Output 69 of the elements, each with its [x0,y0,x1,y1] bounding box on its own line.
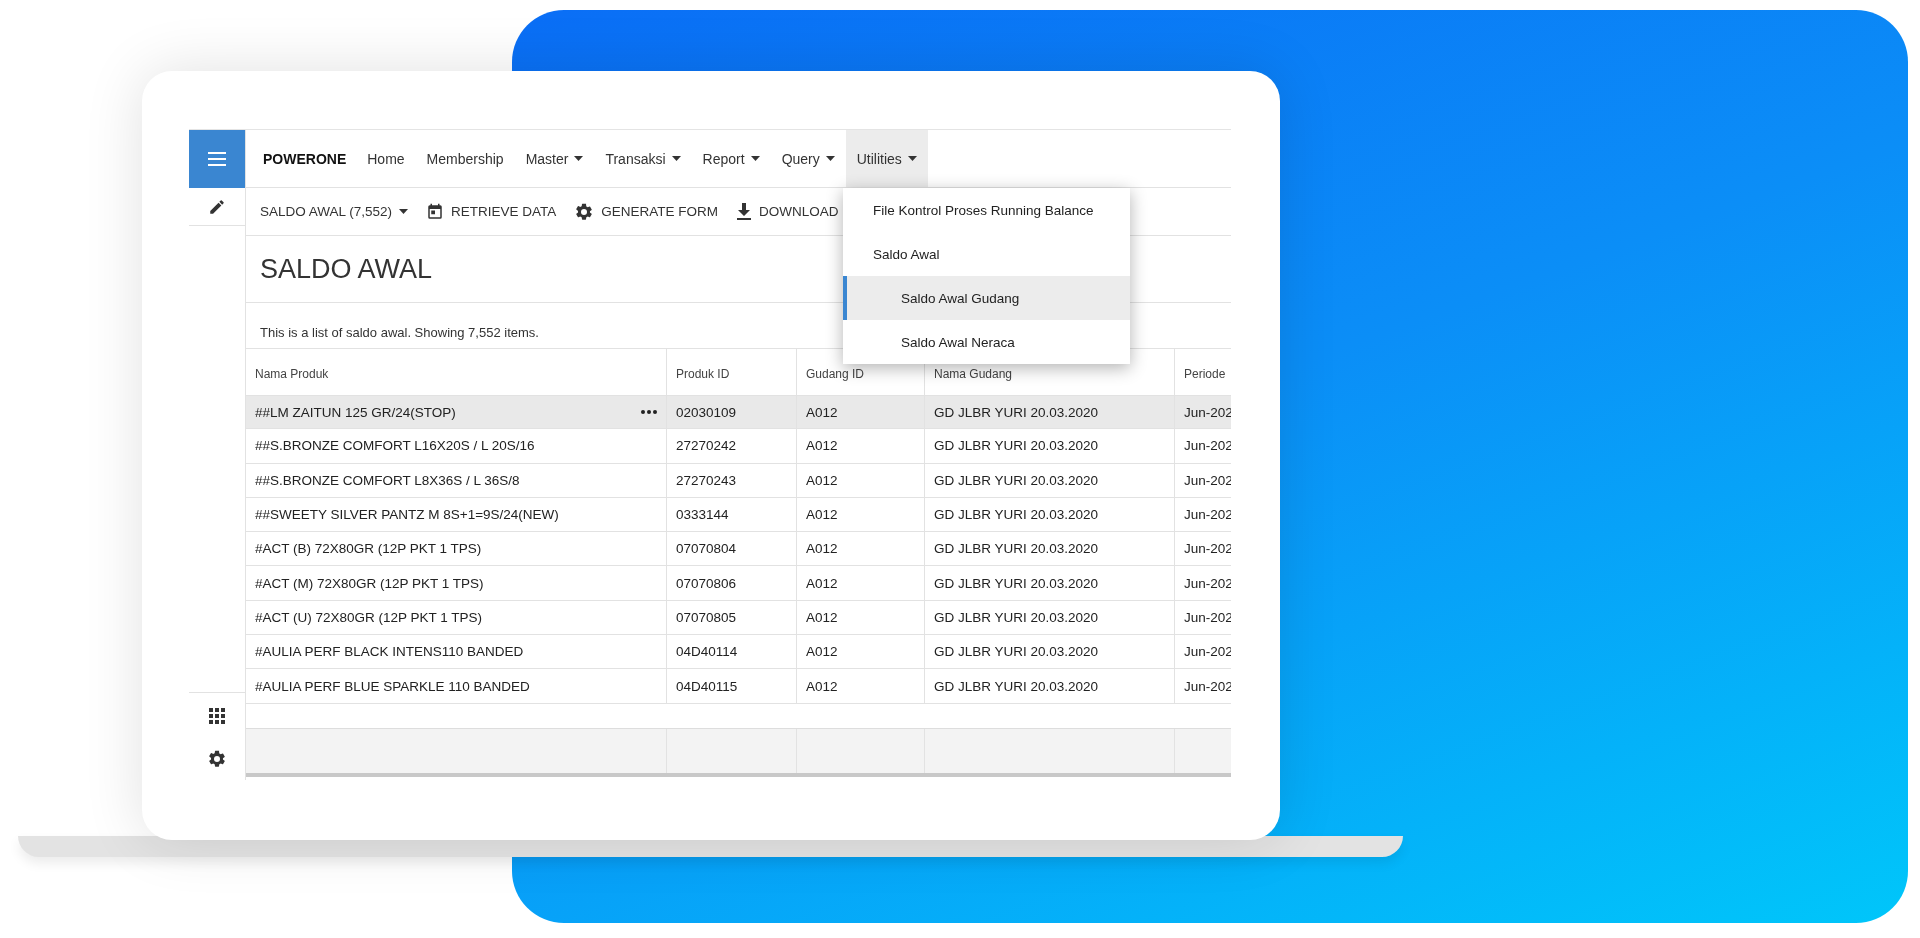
table-cell: #AULIA PERF BLACK INTENS110 BANDED [255,644,524,660]
table-cell: 0333144 [676,507,729,523]
table-cell: GD JLBR YURI 20.03.2020 [934,678,1099,694]
calendar-icon [426,202,445,221]
caret-icon [574,156,584,161]
table-cell: #ACT (M) 72X80GR (12P PKT 1 TPS) [255,575,484,591]
caret-icon [907,156,917,161]
table-cell: 07070805 [676,609,737,625]
table-cell: ##S.BRONZE COMFORT L16X20S / L 20S/16 [255,438,535,454]
table-cell: GD JLBR YURI 20.03.2020 [934,609,1099,625]
table-cell: A012 [806,472,838,488]
nav-item[interactable]: Report [691,130,771,187]
table-cell: 07070804 [676,541,737,557]
table-cell: GD JLBR YURI 20.03.2020 [934,575,1099,591]
menu-item[interactable]: Saldo Awal Gudang [843,276,1130,320]
table-cell: GD JLBR YURI 20.03.2020 [934,644,1099,660]
toolbar-button[interactable]: SALDO AWAL (7,552) [260,200,409,223]
table-cell: A012 [806,507,838,523]
table-cell: A012 [806,609,838,625]
menu-item[interactable]: Saldo Awal Neraca [843,320,1130,364]
nav-item[interactable]: Transaksi [594,130,692,187]
table-cell: A012 [806,575,838,591]
toolbar-button[interactable]: GENERATE FORM [574,197,719,226]
nav-item[interactable]: Query [770,130,846,187]
table-cell: ##S.BRONZE COMFORT L8X36S / L 36S/8 [255,472,520,488]
table-cell: GD JLBR YURI 20.03.2020 [934,404,1099,420]
table-cell: GD JLBR YURI 20.03.2020 [934,507,1099,523]
table-cell: GD JLBR YURI 20.03.2020 [934,438,1099,454]
gear-icon [574,201,595,222]
menu-icon [208,152,226,166]
table-cell: 27270242 [676,438,737,454]
toolbar-button[interactable]: RETRIEVE DATA [426,198,557,225]
table-cell: 07070806 [676,575,737,591]
caret-icon [671,156,681,161]
toolbar-button[interactable]: DOWNLOAD [736,198,839,225]
nav-item[interactable]: Utilities [845,130,928,187]
menu-item[interactable]: File Kontrol Proses Running Balance [843,188,1130,232]
page-title: SALDO AWAL [260,253,433,285]
table-cell: ##SWEETY SILVER PANTZ M 8S+1=9S/24(NEW) [255,507,559,523]
table-cell: #ACT (U) 72X80GR (12P PKT 1 TPS) [255,609,483,625]
nav-item[interactable]: Home [356,130,416,187]
table-cell: ##LM ZAITUN 125 GR/24(STOP) [255,404,456,420]
download-icon [736,202,753,221]
caret-icon [750,156,760,161]
table-cell: GD JLBR YURI 20.03.2020 [934,541,1099,557]
table-cell: A012 [806,541,838,557]
caret-icon [399,209,409,214]
table-cell: #ACT (B) 72X80GR (12P PKT 1 TPS) [255,541,482,557]
table-cell: 27270243 [676,472,737,488]
menu-button[interactable] [189,130,245,188]
pencil-icon [208,197,226,216]
settings-icon [207,749,227,769]
table-cell: 04D40115 [676,678,738,694]
table-cell: 02030109 [676,404,737,420]
table-cell: 04D40114 [676,644,738,660]
table-cell: #AULIA PERF BLUE SPARKLE 110 BANDED [255,678,530,694]
brand-name: POWERONE [263,149,347,169]
table-cell: GD JLBR YURI 20.03.2020 [934,472,1099,488]
table-cell: A012 [806,404,838,420]
nav-item[interactable]: Master [514,130,595,187]
table-cell: A012 [806,644,838,660]
nav-item[interactable]: Membership [415,130,515,187]
grid-icon [208,706,226,725]
table-cell: A012 [806,438,838,454]
description-text: This is a list of saldo awal. Showing 7,552 items. [260,325,539,340]
more-icon[interactable] [641,410,657,415]
caret-icon [825,156,835,161]
table-cell: A012 [806,678,838,694]
menu-item[interactable]: Saldo Awal [843,232,1130,276]
